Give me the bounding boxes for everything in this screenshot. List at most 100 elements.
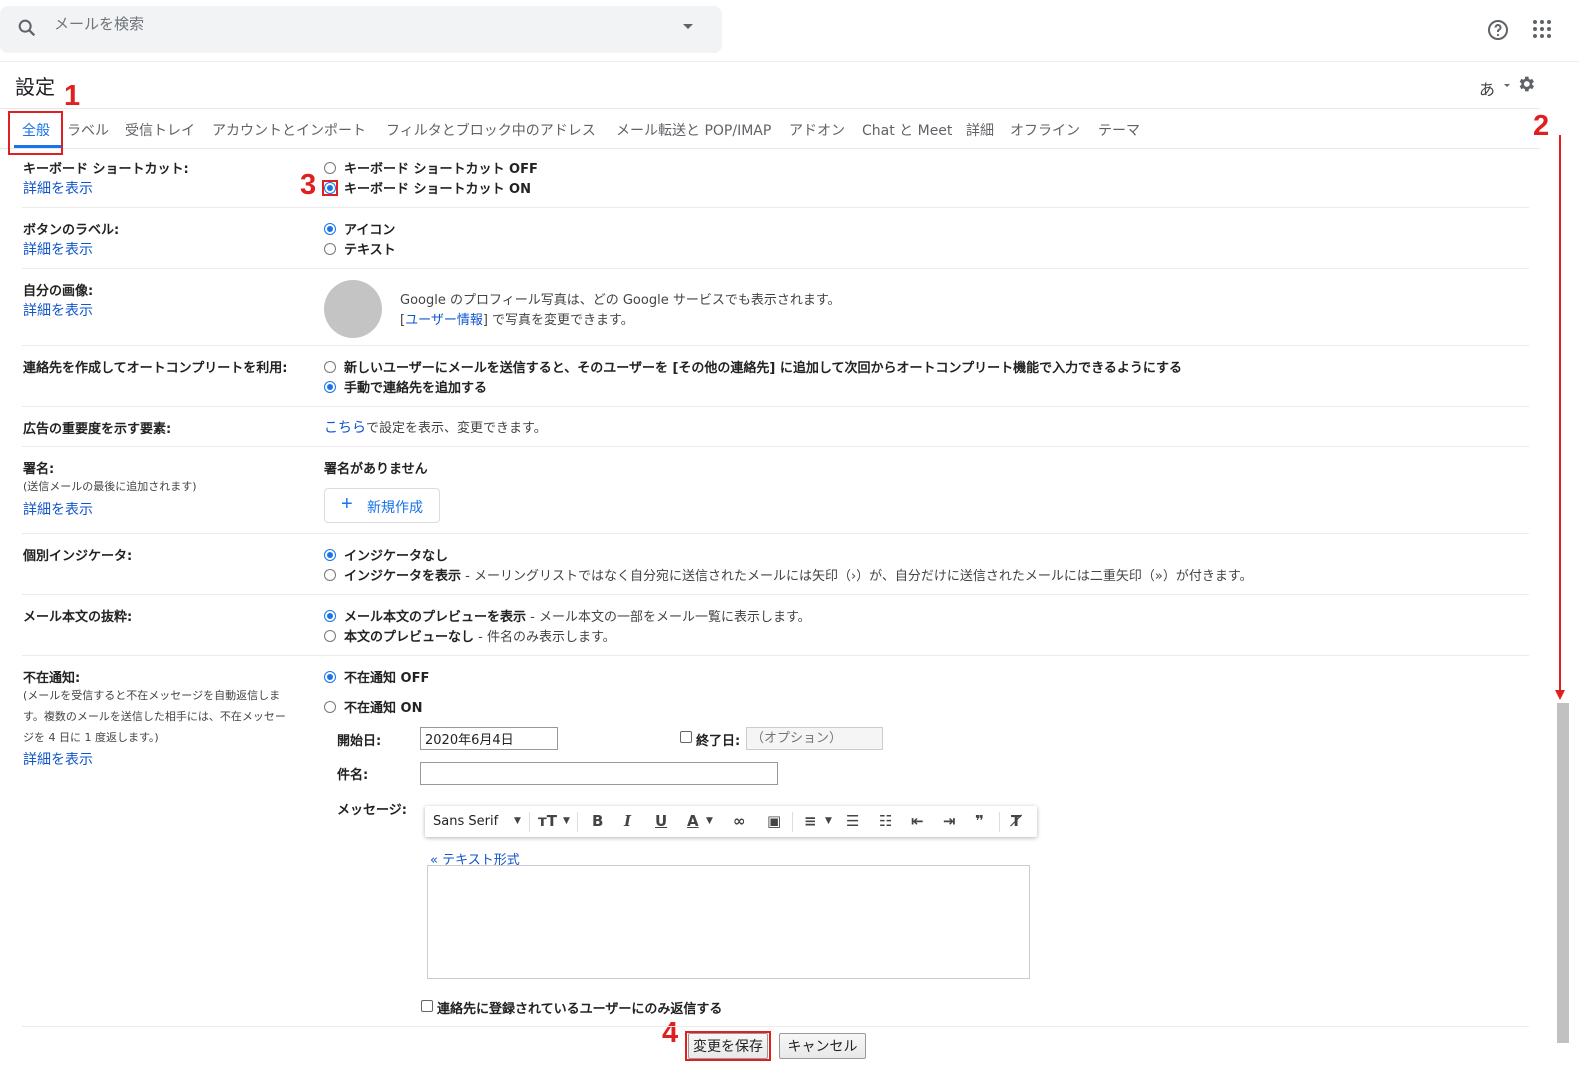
end-date-label: 終了日: xyxy=(696,734,741,749)
no-signature-text: 署名がありません xyxy=(324,462,428,477)
bulleted-list-icon[interactable]: ☷ xyxy=(879,812,892,830)
quote-icon[interactable]: ❞ xyxy=(975,812,984,830)
tab-themes[interactable]: テーマ xyxy=(1098,120,1140,140)
tab-chat-meet[interactable]: Chat と Meet xyxy=(862,120,952,140)
button-labels-icon-radio[interactable] xyxy=(324,223,336,235)
vacation-sublabel-2: す。複数のメールを送信した相手には、不在メッセー xyxy=(23,710,286,723)
link-icon[interactable]: ∞ xyxy=(733,812,746,830)
gear-icon[interactable] xyxy=(1516,74,1536,94)
underline-icon[interactable]: U xyxy=(655,812,667,830)
divider xyxy=(22,406,1529,407)
picture-info-text: Google のプロフィール写真は、どの Google サービスでも表示されます… xyxy=(400,293,841,308)
tab-inbox[interactable]: 受信トレイ xyxy=(125,120,195,140)
keyboard-shortcuts-label: キーボード ショートカット: xyxy=(23,162,189,177)
tab-addons[interactable]: アドオン xyxy=(789,120,845,140)
tab-advanced[interactable]: 詳細 xyxy=(966,120,994,140)
vacation-sublabel-1: (メールを受信すると不在メッセージを自動返信しま xyxy=(23,689,281,702)
snippets-hide-radio[interactable] xyxy=(324,630,336,642)
numbered-list-icon[interactable]: ☰ xyxy=(846,812,859,830)
snippets-label: メール本文の抜粋: xyxy=(23,610,133,625)
autocomplete-manual-label: 手動で連絡先を追加する xyxy=(344,381,488,396)
tab-accounts-import[interactable]: アカウントとインポート xyxy=(212,120,366,140)
button-labels-label: ボタンのラベル: xyxy=(23,223,120,238)
font-select[interactable]: Sans Serif xyxy=(433,814,498,829)
divider xyxy=(0,148,1540,149)
my-picture-details-link[interactable]: 詳細を表示 xyxy=(23,300,93,320)
divider xyxy=(529,812,530,832)
keyboard-shortcuts-on-label: キーボード ショートカット ON xyxy=(344,182,531,197)
subject-field[interactable] xyxy=(420,762,778,785)
indicators-none-radio[interactable] xyxy=(324,549,336,561)
annotation-box-1 xyxy=(8,111,63,155)
indent-less-icon[interactable]: ⇤ xyxy=(911,812,924,830)
ads-label: 広告の重要度を示す要素: xyxy=(23,422,172,437)
text-color-icon[interactable]: A xyxy=(687,812,699,830)
vacation-off-radio[interactable] xyxy=(324,671,336,683)
snippets-hide-title: 本文のプレビューなし xyxy=(344,630,475,645)
search-options-icon[interactable] xyxy=(683,24,693,29)
new-signature-button[interactable]: + 新規作成 xyxy=(324,488,440,523)
tab-forwarding-pop-imap[interactable]: メール転送と POP/IMAP xyxy=(616,120,771,140)
chevron-down-icon[interactable]: ▼ xyxy=(514,816,521,826)
message-label: メッセージ: xyxy=(337,803,407,818)
apps-grid-icon[interactable] xyxy=(1531,18,1553,40)
align-icon[interactable]: ≡ xyxy=(804,812,817,830)
avatar[interactable] xyxy=(324,280,382,338)
bold-icon[interactable]: B xyxy=(592,812,603,830)
button-labels-text-radio[interactable] xyxy=(324,243,336,255)
font-size-icon[interactable]: тT xyxy=(538,812,557,830)
save-changes-button[interactable]: 変更を保存 xyxy=(688,1033,768,1059)
indicators-show-radio[interactable] xyxy=(324,569,336,581)
my-picture-label: 自分の画像: xyxy=(23,284,94,299)
autocomplete-auto-radio[interactable] xyxy=(324,361,336,373)
indent-more-icon[interactable]: ⇥ xyxy=(943,812,956,830)
start-date-field[interactable] xyxy=(420,727,558,750)
end-date-checkbox[interactable] xyxy=(680,731,692,743)
chevron-down-icon[interactable]: ▼ xyxy=(563,816,570,826)
signature-label: 署名: xyxy=(23,462,55,477)
new-signature-label: 新規作成 xyxy=(367,499,423,515)
search-input[interactable] xyxy=(54,14,654,34)
input-tools-button[interactable]: あ xyxy=(1479,76,1495,100)
cancel-button[interactable]: キャンセル xyxy=(779,1033,866,1059)
divider xyxy=(792,812,793,832)
contacts-only-checkbox[interactable] xyxy=(421,1000,433,1012)
annotation-arrow-head xyxy=(1555,690,1565,700)
tab-filters-blocked[interactable]: フィルタとブロック中のアドレス xyxy=(386,120,596,140)
ads-rest-text: で設定を表示、変更できます。 xyxy=(366,421,547,436)
tab-offline[interactable]: オフライン xyxy=(1010,120,1080,140)
italic-icon[interactable]: I xyxy=(624,812,631,830)
scrollbar-thumb[interactable] xyxy=(1557,703,1569,1043)
divider xyxy=(22,446,1529,447)
snippets-hide-desc: - 件名のみ表示します。 xyxy=(474,630,616,645)
indicators-show-desc: - メーリングリストではなく自分宛に送信されたメールには矢印（›）が、自分だけに… xyxy=(461,569,1253,584)
vacation-details-link[interactable]: 詳細を表示 xyxy=(23,749,93,769)
vacation-label: 不在通知: xyxy=(23,671,81,686)
ads-text: こちらで設定を表示、変更できます。 xyxy=(324,417,547,437)
snippets-show-radio[interactable] xyxy=(324,610,336,622)
autocomplete-label: 連絡先を作成してオートコンプリートを利用: xyxy=(23,361,288,376)
remove-formatting-icon[interactable]: Ⱦ xyxy=(1011,812,1021,830)
tab-labels[interactable]: ラベル xyxy=(67,120,109,140)
start-date-label: 開始日: xyxy=(337,734,382,749)
end-date-field[interactable] xyxy=(746,727,883,750)
help-icon[interactable] xyxy=(1486,18,1510,42)
page-title: 設定 xyxy=(15,75,55,99)
user-info-link[interactable]: ユーザー情報 xyxy=(405,313,483,328)
vacation-on-radio[interactable] xyxy=(324,701,336,713)
keyboard-shortcuts-on-radio[interactable] xyxy=(324,182,336,194)
image-icon[interactable]: ▣ xyxy=(767,812,781,830)
search-icon[interactable] xyxy=(16,17,38,39)
keyboard-details-link[interactable]: 詳細を表示 xyxy=(23,178,93,198)
divider xyxy=(22,268,1529,269)
message-editor[interactable] xyxy=(427,865,1030,979)
button-labels-details-link[interactable]: 詳細を表示 xyxy=(23,239,93,259)
ads-settings-link[interactable]: こちら xyxy=(324,420,366,436)
keyboard-shortcuts-off-radio[interactable] xyxy=(324,162,336,174)
signature-details-link[interactable]: 詳細を表示 xyxy=(23,499,93,519)
chevron-down-icon[interactable] xyxy=(1504,84,1510,87)
indicators-show-title: インジケータを表示 xyxy=(344,569,462,584)
chevron-down-icon[interactable]: ▼ xyxy=(825,816,832,826)
chevron-down-icon[interactable]: ▼ xyxy=(706,816,713,826)
autocomplete-manual-radio[interactable] xyxy=(324,381,336,393)
